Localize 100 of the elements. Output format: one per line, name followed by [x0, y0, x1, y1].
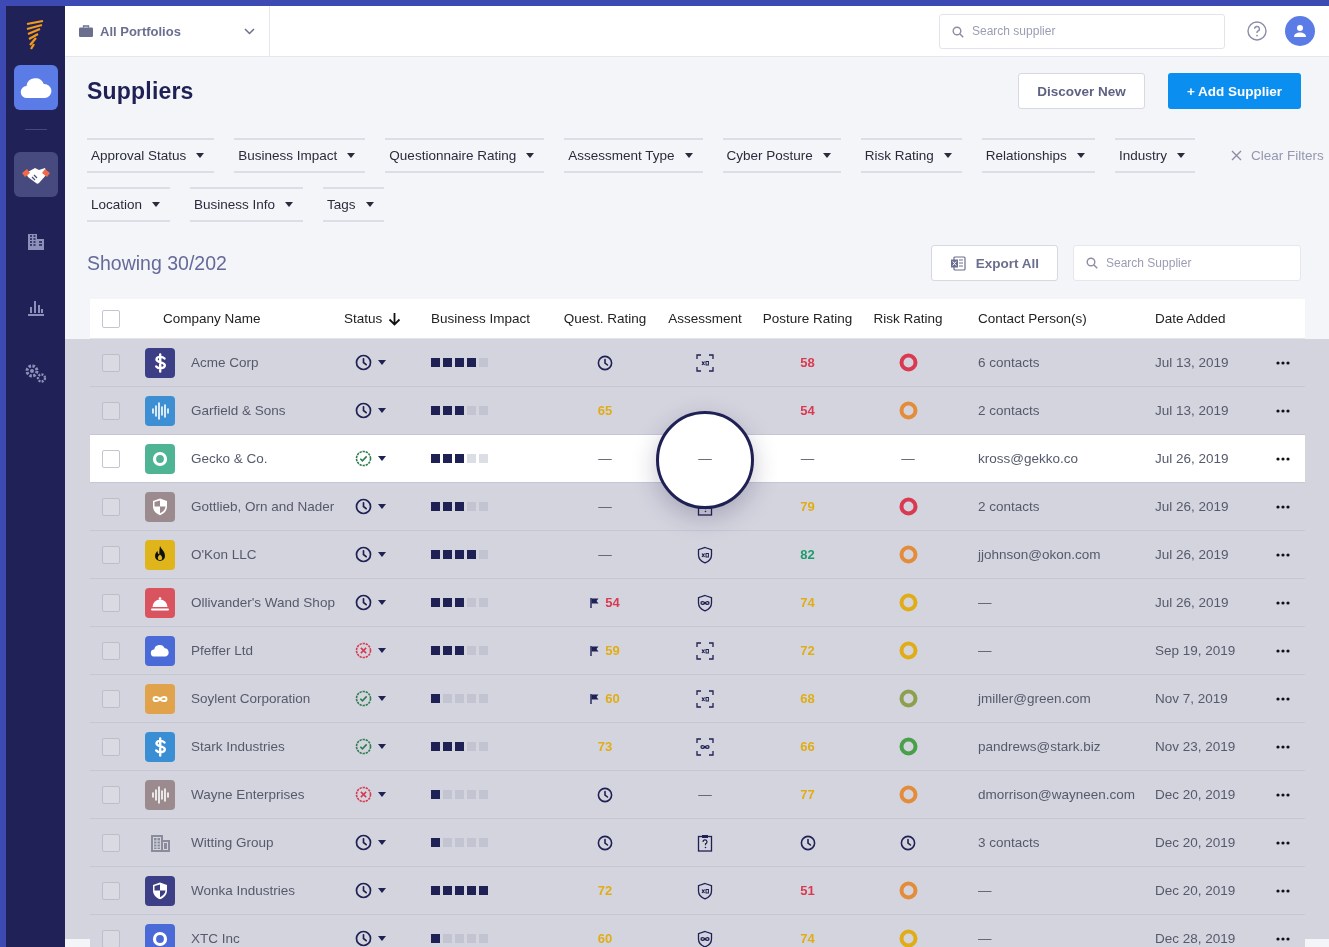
status-dropdown[interactable]	[355, 594, 386, 611]
checkbox[interactable]	[102, 833, 120, 852]
table-row[interactable]: Gecko & Co. — — — — kross@gekko.co Jul 26, 2019	[90, 435, 1305, 483]
status-dropdown[interactable]	[355, 786, 386, 803]
search-icon	[952, 25, 964, 38]
caret-down-icon	[196, 153, 205, 158]
scan-frame-icon	[696, 689, 714, 708]
filter-dropdown[interactable]: Questionnaire Rating	[385, 138, 545, 173]
date-text: Dec 20, 2019	[1155, 835, 1237, 850]
company-name[interactable]: Stark Industries	[191, 739, 355, 754]
contact-text: 2 contacts	[977, 403, 1041, 418]
company-name[interactable]: Ollivander's Wand Shop	[191, 595, 355, 610]
column-header[interactable]: Contact Person(s)	[978, 311, 1087, 326]
clock-icon	[355, 498, 372, 515]
column-header[interactable]: Date Added	[1155, 311, 1226, 326]
company-name[interactable]: Garfield & Sons	[191, 403, 355, 418]
checkbox[interactable]	[102, 401, 120, 420]
company-name[interactable]: Wayne Enterprises	[191, 787, 355, 802]
caret-down-icon	[943, 153, 952, 158]
column-header[interactable]: Quest. Rating	[563, 311, 647, 326]
checkbox[interactable]	[102, 929, 120, 947]
filter-dropdown[interactable]: Tags	[323, 187, 384, 222]
company-name[interactable]: Witting Group	[191, 835, 355, 850]
status-dropdown[interactable]	[355, 546, 386, 563]
contact-text: —	[977, 595, 993, 610]
filter-dropdown[interactable]: Cyber Posture	[722, 138, 841, 173]
checkbox[interactable]	[102, 545, 120, 564]
date-text: Jul 13, 2019	[1155, 403, 1230, 418]
checkbox[interactable]	[102, 353, 120, 372]
company-name[interactable]: Acme Corp	[191, 355, 355, 370]
search-icon	[1086, 257, 1098, 269]
company-name[interactable]: Gottlieb, Orn and Nader	[191, 499, 355, 514]
status-dropdown[interactable]	[355, 690, 386, 707]
company-name[interactable]: Gecko & Co.	[191, 451, 355, 466]
contact-text: 6 contacts	[977, 355, 1041, 370]
status-dropdown[interactable]	[355, 834, 386, 851]
search-field[interactable]: Search supplier	[939, 13, 1225, 49]
checkbox[interactable]	[102, 785, 120, 804]
caret-down-icon	[378, 792, 386, 797]
contact-text: dmorrison@wayneen.com	[977, 787, 1137, 802]
filter-dropdown[interactable]: Approval Status	[87, 138, 215, 173]
filter-dropdown[interactable]: Business Info	[190, 187, 304, 222]
company-name[interactable]: O'Kon LLC	[191, 547, 355, 562]
sort-down-arrow-icon	[388, 311, 402, 326]
column-header[interactable]: Status	[344, 311, 402, 326]
status-dropdown[interactable]	[355, 498, 386, 515]
filter-dropdown[interactable]: Business Impact	[234, 138, 366, 173]
filter-dropdown[interactable]: Relationships	[981, 138, 1095, 173]
status-dropdown[interactable]	[355, 354, 386, 371]
cross-circle-icon	[355, 786, 372, 803]
company-name[interactable]: Pfeffer Ltd	[191, 643, 355, 658]
checkbox[interactable]	[102, 737, 120, 756]
filter-dropdown[interactable]: Risk Rating	[860, 138, 962, 173]
checkbox[interactable]	[102, 497, 120, 516]
status-dropdown[interactable]	[355, 882, 386, 899]
status-dropdown[interactable]	[355, 930, 386, 947]
contact-text: jjohnson@okon.com	[976, 547, 1102, 562]
column-header[interactable]: Company Name	[163, 311, 261, 326]
discover-button[interactable]: Discover New	[1018, 73, 1145, 109]
add-supplier-button[interactable]: + Add Supplier	[1168, 73, 1301, 109]
status-dropdown[interactable]	[355, 738, 386, 755]
checkbox[interactable]	[102, 881, 120, 900]
date-text: Jul 26, 2019	[1155, 451, 1230, 466]
status-dropdown[interactable]	[355, 450, 386, 467]
column-header[interactable]: Business Impact	[431, 311, 531, 326]
score-value: 74	[800, 931, 815, 946]
nav-item[interactable]	[13, 152, 58, 197]
filter-dropdown[interactable]: Assessment Type	[564, 138, 703, 173]
contact-text: 2 contacts	[977, 499, 1041, 514]
column-header[interactable]: Risk Rating	[873, 311, 943, 326]
checkbox[interactable]	[102, 449, 120, 468]
export-button[interactable]: Export All	[931, 245, 1058, 281]
check-circle-icon	[355, 690, 372, 707]
date-text: Dec 20, 2019	[1155, 883, 1237, 898]
score-value: 72	[800, 643, 815, 658]
shield-icon	[696, 545, 714, 564]
filter-dropdown[interactable]: Industry	[1114, 138, 1195, 173]
checkbox[interactable]	[102, 689, 120, 708]
status-dropdown[interactable]	[355, 402, 386, 419]
status-dropdown[interactable]	[355, 642, 386, 659]
user-avatar[interactable]	[1285, 16, 1315, 46]
scan-frame-icon	[696, 641, 714, 660]
checkbox[interactable]	[102, 593, 120, 612]
flag-icon	[590, 693, 600, 704]
contact-text: —	[977, 643, 993, 658]
filter-dropdown[interactable]: Location	[87, 187, 171, 222]
column-header[interactable]: Assessment	[668, 311, 742, 326]
column-header[interactable]: Posture Rating	[762, 311, 853, 326]
checkbox[interactable]	[102, 309, 120, 328]
caret-down-icon	[378, 744, 386, 749]
company-name[interactable]: XTC Inc	[191, 931, 355, 946]
clear-filters-button[interactable]: Clear Filters	[1230, 148, 1324, 163]
checkbox[interactable]	[102, 641, 120, 660]
spreadsheet-icon	[949, 255, 966, 271]
company-name[interactable]: Soylent Corporation	[191, 691, 355, 706]
score-value: 59	[605, 643, 620, 658]
company-name[interactable]: Wonka Industries	[191, 883, 355, 898]
nav-item[interactable]	[13, 65, 58, 110]
search-field[interactable]: Search Supplier	[1073, 245, 1301, 281]
caret-down-icon	[378, 936, 386, 941]
